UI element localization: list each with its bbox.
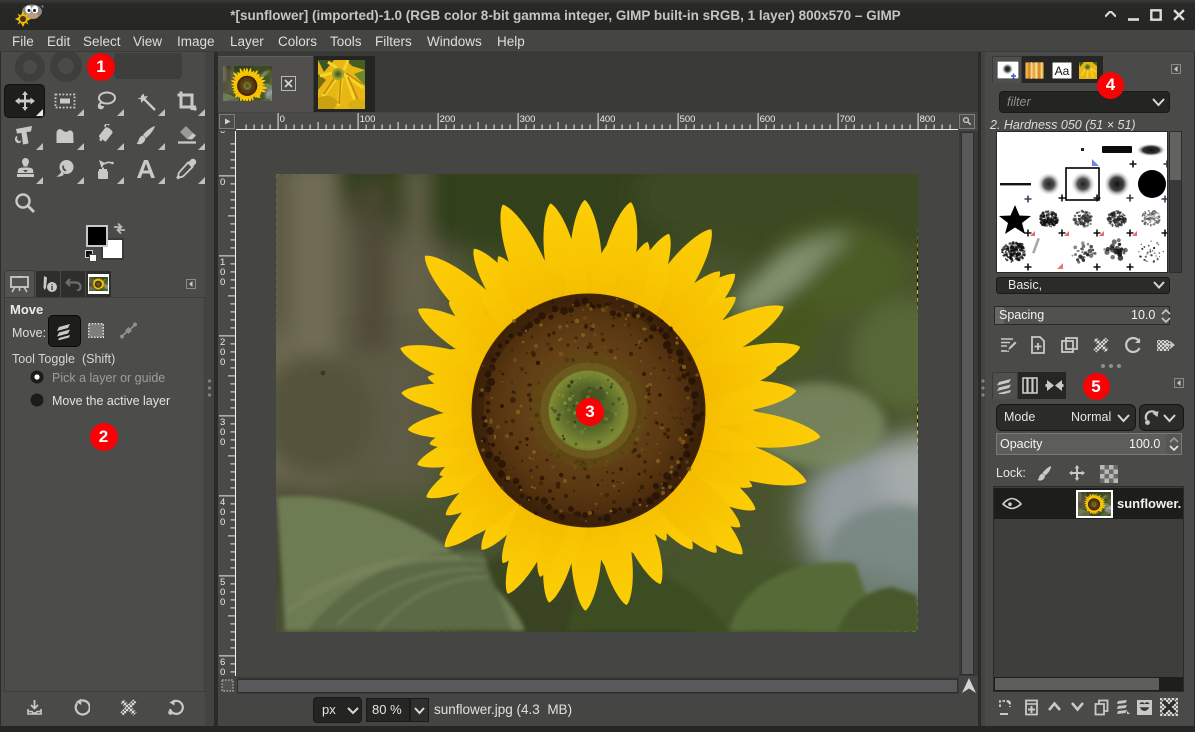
svg-text:Aa: Aa bbox=[1055, 64, 1070, 78]
